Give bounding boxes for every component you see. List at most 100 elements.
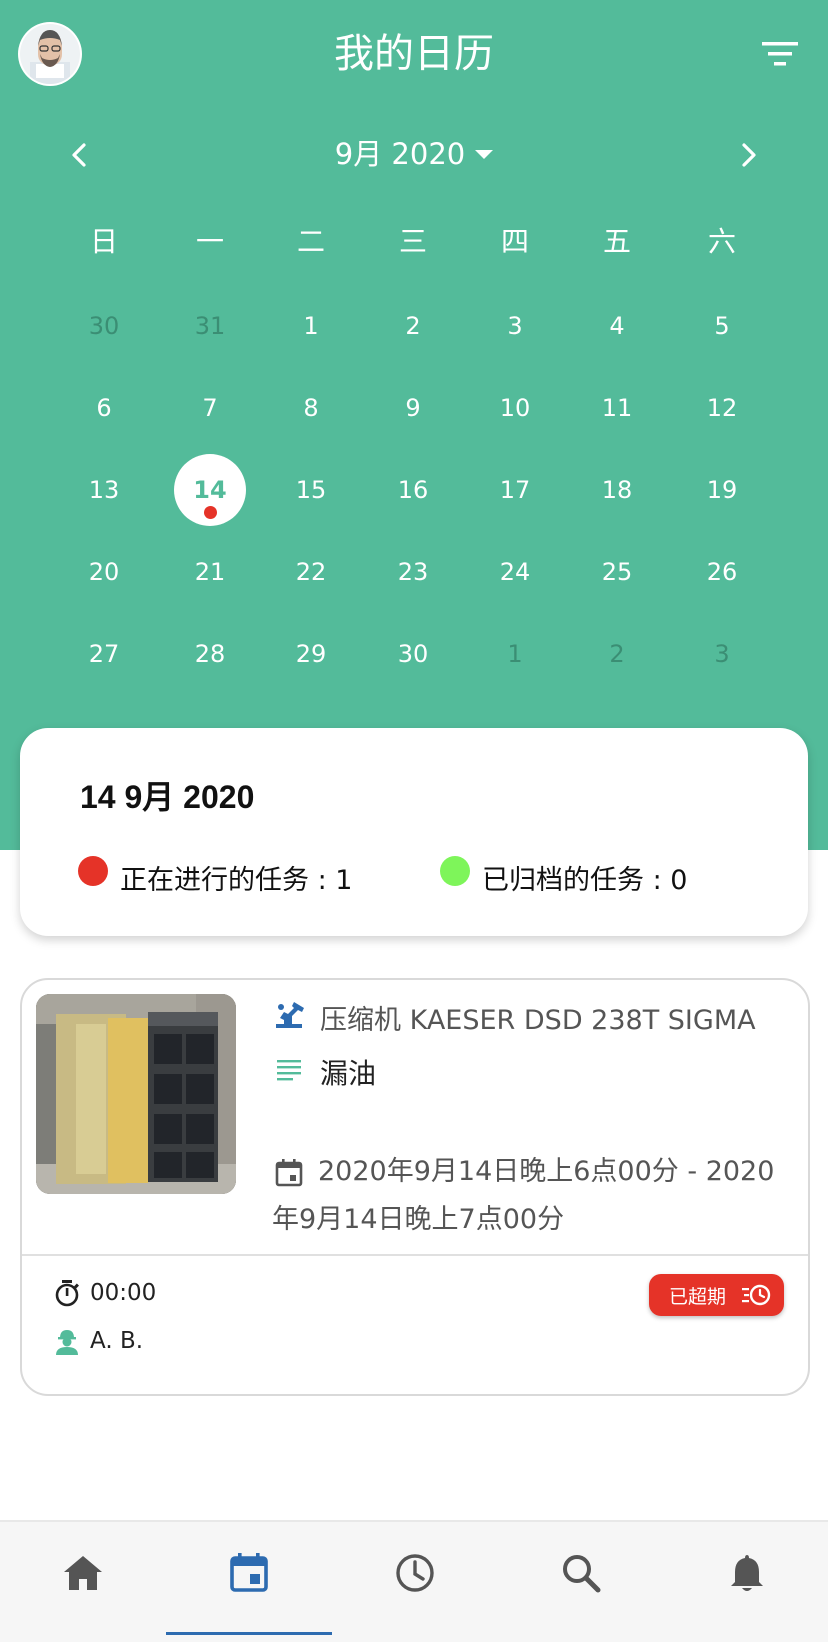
calendar-day[interactable]: 2 [373,306,453,346]
nav-calendar[interactable] [166,1550,332,1610]
calendar-day[interactable]: 4 [577,306,657,346]
bottom-navigation [0,1520,828,1642]
calendar-day[interactable]: 13 [64,470,144,510]
calendar-day[interactable]: 20 [64,552,144,592]
day-number: 3 [507,312,523,340]
calendar-day[interactable]: 21 [170,552,250,592]
overdue-clock-icon [742,1284,771,1306]
description-row: 漏油 [272,1052,376,1092]
day-number: 14 [193,476,227,504]
day-number: 27 [88,640,120,668]
timer-value: 00:00 [90,1280,157,1306]
calendar-day[interactable]: 27 [64,634,144,674]
caret-down-icon [475,149,494,159]
calendar-day[interactable]: 3 [682,634,762,674]
calendar-day[interactable]: 18 [577,470,657,510]
timer-row: 00:00 [52,1278,156,1308]
technician-icon [56,1330,78,1355]
calendar-day[interactable]: 8 [271,388,351,428]
calendar-day[interactable]: 30 [373,634,453,674]
card-divider [22,1254,808,1256]
day-number: 16 [397,476,429,504]
calendar-day[interactable]: 12 [682,388,762,428]
in-progress-count: 正在进行的任务 : 1 [120,865,353,896]
calendar-day[interactable]: 5 [682,306,762,346]
day-summary-card: 14 9月 2020 正在进行的任务 : 1 已归档的任务 : 0 [20,728,808,936]
calendar-day[interactable]: 29 [271,634,351,674]
green-dot-icon [440,855,470,886]
day-number: 22 [295,558,327,586]
month-label: 9月 2020 [334,137,466,171]
day-number: 19 [706,476,738,504]
calendar-day[interactable]: 23 [373,552,453,592]
technician-name: A. B. [90,1328,144,1354]
day-number: 25 [601,558,633,586]
nav-notifications[interactable] [664,1550,828,1610]
calendar-day[interactable]: 11 [577,388,657,428]
calendar-day[interactable]: 24 [475,552,555,592]
day-number: 17 [499,476,531,504]
clock-icon [396,1554,434,1592]
equipment-name: 压缩机 KAESER DSD 238T SIGMA [320,1005,756,1036]
equipment-row: 压缩机 KAESER DSD 238T SIGMA [272,998,756,1037]
weekday-label: 三 [398,225,427,258]
calendar-day[interactable]: 2 [577,634,657,674]
task-card[interactable]: 压缩机 KAESER DSD 238T SIGMA 漏油 2020年9月14日晚… [20,978,810,1396]
calendar-day[interactable]: 1 [475,634,555,674]
calendar-day[interactable]: 25 [577,552,657,592]
home-icon [64,1556,102,1590]
day-number: 2 [405,312,421,340]
weekday-label: 一 [195,225,224,258]
weekday-label: 二 [296,225,325,258]
weekday-label: 六 [707,225,736,258]
nav-search[interactable] [498,1550,664,1610]
calendar-day[interactable]: 10 [475,388,555,428]
overdue-status-badge: 已超期 [648,1274,784,1316]
day-number: 26 [706,558,738,586]
day-number: 24 [499,558,531,586]
calendar-icon [275,1159,303,1187]
status-label: 已超期 [668,1285,726,1308]
notes-icon [277,1060,301,1081]
calendar-day[interactable]: 9 [373,388,453,428]
day-number: 13 [88,476,120,504]
weekday-label: 五 [602,225,631,258]
month-selector[interactable]: 9月 2020 [0,132,828,176]
calendar-day[interactable]: 17 [475,470,555,510]
task-indicator-dot [204,506,217,519]
day-number: 2 [609,640,625,668]
calendar-day[interactable]: 7 [170,388,250,428]
nav-history[interactable] [332,1550,498,1610]
calendar-day[interactable]: 22 [271,552,351,592]
day-number: 11 [601,394,633,422]
calendar-day[interactable]: 3 [475,306,555,346]
day-number: 30 [88,312,120,340]
calendar-day[interactable]: 6 [64,388,144,428]
day-number: 28 [194,640,226,668]
search-icon [563,1555,601,1593]
calendar-day[interactable]: 31 [170,306,250,346]
calendar-day[interactable]: 16 [373,470,453,510]
day-number: 10 [499,394,531,422]
in-progress-legend: 正在进行的任务 : 1 [78,855,353,897]
nav-home[interactable] [0,1550,166,1610]
calendar-day[interactable]: 19 [682,470,762,510]
weekday-label: 四 [500,225,529,258]
day-number: 7 [202,394,218,422]
calendar-day[interactable]: 30 [64,306,144,346]
day-number: 23 [397,558,429,586]
calendar-day[interactable]: 28 [170,634,250,674]
schedule-time: 2020年9月14日晚上6点00分 - 2020年9月14日晚上7点00分 [272,1156,775,1235]
filter-icon[interactable] [760,34,800,74]
selected-day[interactable]: 14 [174,454,246,526]
stopwatch-icon [55,1280,79,1307]
bell-icon [731,1555,763,1591]
day-number: 21 [194,558,226,586]
day-number: 30 [397,640,429,668]
archived-legend: 已归档的任务 : 0 [440,855,687,897]
calendar-day[interactable]: 1 [271,306,351,346]
calendar-day[interactable]: 26 [682,552,762,592]
calendar-day[interactable]: 15 [271,470,351,510]
schedule-row: 2020年9月14日晚上6点00分 - 2020年9月14日晚上7点00分 [272,1148,782,1244]
day-number: 31 [194,312,226,340]
